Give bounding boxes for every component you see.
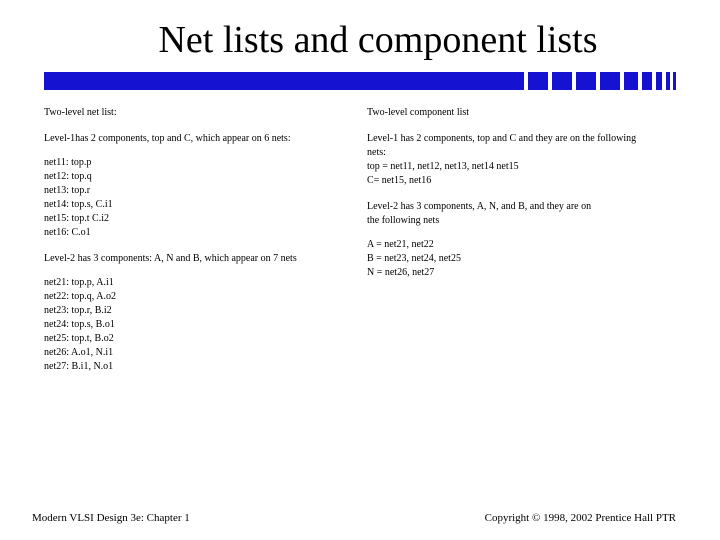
comp-line: top = net11, net12, net13, net14 net15 (367, 160, 676, 174)
l1-intro-left: Level-1has 2 components, top and C, whic… (44, 132, 353, 146)
right-column: Two-level component list Level-1 has 2 c… (367, 106, 676, 386)
net-line: net16: C.o1 (44, 226, 353, 240)
l2-intro-right-b: the following nets (367, 214, 676, 228)
divider-box (552, 72, 572, 90)
footer-left: Modern VLSI Design 3e: Chapter 1 (32, 512, 190, 524)
right-header: Two-level component list (367, 106, 676, 120)
divider-box (656, 72, 662, 90)
divider-box (642, 72, 652, 90)
net-line: net15: top.t C.i2 (44, 212, 353, 226)
net-line: net23: top.r, B.i2 (44, 304, 353, 318)
divider-bar (44, 72, 676, 90)
divider-box (666, 72, 670, 90)
l1-comp-block: top = net11, net12, net13, net14 net15 C… (367, 160, 676, 188)
divider-box (600, 72, 620, 90)
l1-intro-right-b: nets: (367, 146, 676, 160)
l2-nets-block: net21: top.p, A.i1 net22: top.q, A.o2 ne… (44, 276, 353, 374)
net-line: net21: top.p, A.i1 (44, 276, 353, 290)
divider-box (576, 72, 596, 90)
net-line: net13: top.r (44, 184, 353, 198)
divider-boxes (524, 72, 676, 90)
net-line: net11: top.p (44, 156, 353, 170)
l1-nets-block: net11: top.p net12: top.q net13: top.r n… (44, 156, 353, 240)
footer-right: Copyright © 1998, 2002 Prentice Hall PTR (485, 512, 676, 524)
comp-line: C= net15, net16 (367, 174, 676, 188)
net-line: net14: top.s, C.i1 (44, 198, 353, 212)
net-line: net22: top.q, A.o2 (44, 290, 353, 304)
divider-fill (44, 72, 524, 90)
left-column: Two-level net list: Level-1has 2 compone… (44, 106, 353, 386)
net-line: net25: top.t, B.o2 (44, 332, 353, 346)
slide-body: Two-level net list: Level-1has 2 compone… (0, 90, 720, 386)
comp-line: N = net26, net27 (367, 266, 676, 280)
comp-line: B = net23, net24, net25 (367, 252, 676, 266)
left-header: Two-level net list: (44, 106, 353, 120)
net-line: net26: A.o1, N.i1 (44, 346, 353, 360)
net-line: net24: top.s, B.o1 (44, 318, 353, 332)
divider-box (673, 72, 676, 90)
l2-intro-left: Level-2 has 3 components: A, N and B, wh… (44, 252, 353, 266)
l2-comp-block: A = net21, net22 B = net23, net24, net25… (367, 238, 676, 280)
divider-box (624, 72, 638, 90)
slide-title: Net lists and component lists (36, 0, 720, 70)
divider-box (528, 72, 548, 90)
net-line: net27: B.i1, N.o1 (44, 360, 353, 374)
l1-intro-right-a: Level-1 has 2 components, top and C and … (367, 132, 676, 146)
net-line: net12: top.q (44, 170, 353, 184)
l2-intro-right-a: Level-2 has 3 components, A, N, and B, a… (367, 200, 676, 214)
comp-line: A = net21, net22 (367, 238, 676, 252)
